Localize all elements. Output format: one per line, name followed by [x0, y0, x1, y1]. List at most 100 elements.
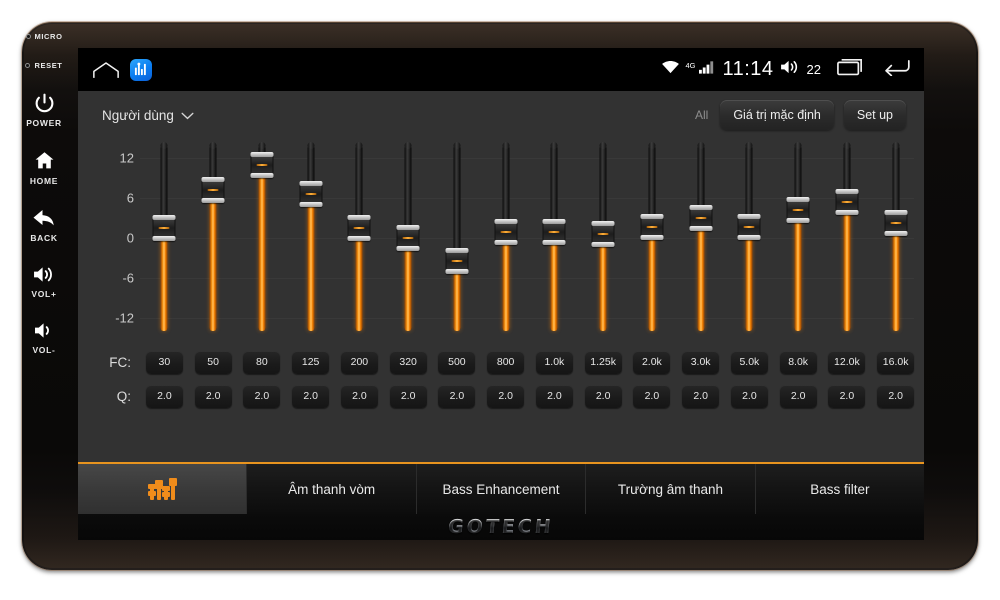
fc-value-cell[interactable]: 500 — [438, 350, 476, 374]
slider-thumb[interactable] — [689, 205, 713, 232]
slider-thumb[interactable] — [786, 197, 810, 224]
slider-thumb[interactable] — [445, 248, 469, 275]
preset-selector[interactable]: Người dùng — [102, 108, 194, 123]
fc-value-cell[interactable]: 2.0k — [633, 350, 671, 374]
bezel-button-volume-down[interactable]: VOL- — [10, 321, 78, 355]
fc-value-cell[interactable]: 30 — [145, 350, 183, 374]
q-value-cell[interactable]: 2.0 — [243, 384, 281, 408]
fc-value-cell[interactable]: 320 — [389, 350, 427, 374]
band-slider[interactable] — [725, 139, 774, 339]
tab-bass-enhancement[interactable]: Bass Enhancement — [416, 464, 587, 514]
thumb-cap-bottom — [299, 202, 323, 208]
slider-thumb[interactable] — [250, 151, 274, 178]
band-slider[interactable] — [676, 139, 725, 339]
axis-tick: -12 — [115, 310, 134, 326]
band-slider[interactable] — [579, 139, 628, 339]
q-value-cell[interactable]: 2.0 — [730, 384, 768, 408]
q-value-cell[interactable]: 2.0 — [340, 384, 378, 408]
fc-value-cell[interactable]: 125 — [292, 350, 330, 374]
slider-thumb[interactable] — [299, 181, 323, 208]
bezel-label-micro: MICRO — [34, 32, 63, 41]
slider-thumb[interactable] — [347, 215, 371, 242]
q-value-cell[interactable]: 2.0 — [145, 384, 183, 408]
app-header: Người dùng All Giá trị mặc định Set up — [78, 91, 924, 139]
slider-fill — [599, 234, 607, 331]
band-slider[interactable] — [384, 139, 433, 339]
q-value-cell[interactable]: 2.0 — [828, 384, 866, 408]
volume-icon — [780, 59, 801, 80]
bezel-button-back[interactable]: BACK — [10, 208, 78, 243]
bezel-led-reset[interactable]: RESET — [10, 61, 78, 70]
band-slider[interactable] — [628, 139, 677, 339]
slider-thumb[interactable] — [835, 189, 859, 216]
slider-fill — [307, 194, 315, 331]
band-slider[interactable] — [286, 139, 335, 339]
fc-value-cell[interactable]: 1.25k — [584, 350, 622, 374]
setup-button[interactable]: Set up — [843, 100, 906, 130]
slider-thumb[interactable] — [494, 219, 518, 246]
band-slider[interactable] — [335, 139, 384, 339]
recents-icon[interactable] — [837, 58, 863, 81]
q-value-cell[interactable]: 2.0 — [535, 384, 573, 408]
fc-value-cell[interactable]: 200 — [340, 350, 378, 374]
bezel-button-home[interactable]: HOME — [10, 150, 78, 186]
q-value-cell[interactable]: 2.0 — [438, 384, 476, 408]
tab-bass-filter[interactable]: Bass filter — [755, 464, 924, 514]
fc-value-cell[interactable]: 12.0k — [828, 350, 866, 374]
home-outline-icon[interactable] — [92, 61, 120, 79]
thumb-body — [201, 182, 225, 199]
q-value-cell[interactable]: 2.0 — [487, 384, 525, 408]
bezel-button-volume-up[interactable]: VOL+ — [10, 265, 78, 299]
thumb-cap-bottom — [737, 235, 761, 241]
fc-value-cell[interactable]: 3.0k — [682, 350, 720, 374]
q-value-cell[interactable]: 2.0 — [877, 384, 915, 408]
fc-value-cell[interactable]: 50 — [194, 350, 232, 374]
brand-logo: GOTECH — [447, 516, 555, 538]
tab-surround[interactable]: Âm thanh vòm — [247, 464, 417, 514]
q-value-cell[interactable]: 2.0 — [779, 384, 817, 408]
fc-value-cell[interactable]: 1.0k — [535, 350, 573, 374]
thumb-cap-bottom — [835, 210, 859, 216]
q-value-cell[interactable]: 2.0 — [292, 384, 330, 408]
thumb-cap-bottom — [347, 236, 371, 242]
bezel-button-power[interactable]: POWER — [10, 92, 78, 128]
band-slider[interactable] — [823, 139, 872, 339]
band-slider[interactable] — [871, 139, 920, 339]
equalizer-panel: 12 6 0 -6 -12 — [78, 139, 924, 339]
band-slider[interactable] — [238, 139, 287, 339]
slider-thumb[interactable] — [884, 210, 908, 237]
q-value-cell[interactable]: 2.0 — [682, 384, 720, 408]
fc-value-cell[interactable]: 5.0k — [730, 350, 768, 374]
default-values-button[interactable]: Giá trị mặc định — [720, 100, 834, 130]
slider-thumb[interactable] — [737, 214, 761, 241]
q-value-cell[interactable]: 2.0 — [389, 384, 427, 408]
axis-tick: 12 — [119, 150, 134, 166]
slider-thumb[interactable] — [591, 221, 615, 247]
band-slider[interactable] — [140, 139, 189, 339]
slider-thumb[interactable] — [152, 215, 176, 242]
fc-value-cell[interactable]: 8.0k — [779, 350, 817, 374]
q-value-cell[interactable]: 2.0 — [194, 384, 232, 408]
band-slider[interactable] — [774, 139, 823, 339]
slider-thumb[interactable] — [542, 219, 566, 246]
equalizer-app-icon[interactable] — [130, 58, 152, 81]
q-value-cell[interactable]: 2.0 — [584, 384, 622, 408]
fc-value-cell[interactable]: 800 — [487, 350, 525, 374]
q-value-cell[interactable]: 2.0 — [633, 384, 671, 408]
slider-thumb[interactable] — [396, 225, 420, 251]
slider-thumb[interactable] — [640, 214, 664, 241]
volume-down-icon — [10, 321, 78, 344]
fc-value-cell[interactable]: 80 — [243, 350, 281, 374]
band-slider[interactable] — [433, 139, 482, 339]
slider-fill — [843, 202, 851, 331]
tab-sound-field[interactable]: Trường âm thanh — [586, 464, 756, 514]
tab-equalizer[interactable] — [78, 464, 248, 514]
axis-tick: -6 — [122, 270, 134, 286]
fc-value-cell[interactable]: 16.0k — [877, 350, 915, 374]
band-slider[interactable] — [189, 139, 238, 339]
slider-thumb[interactable] — [201, 177, 225, 204]
band-slider[interactable] — [481, 139, 530, 339]
band-slider[interactable] — [530, 139, 579, 339]
back-icon[interactable] — [883, 58, 910, 81]
slider-fill — [209, 190, 217, 331]
